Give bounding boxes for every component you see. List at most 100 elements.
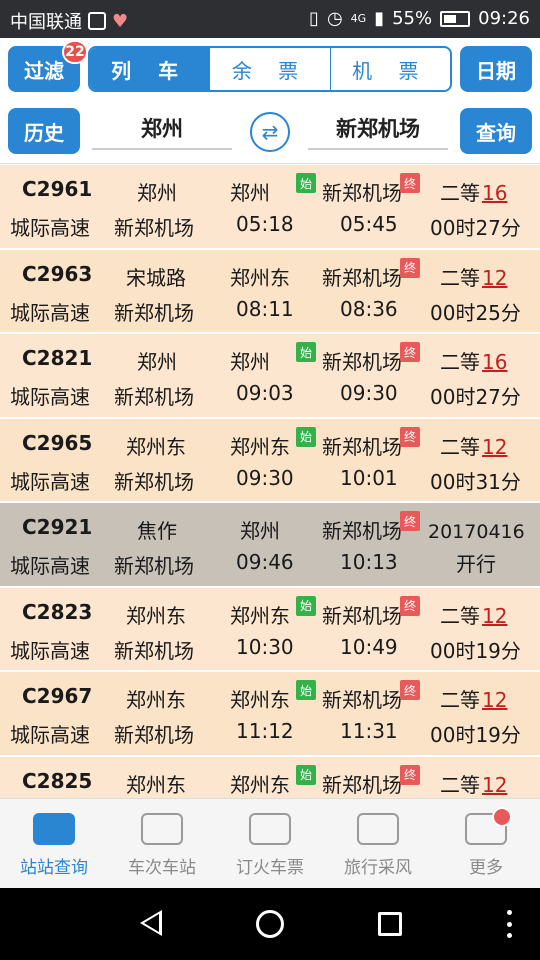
- train-type: 城际高速: [10, 385, 90, 409]
- start-tag: 始: [296, 764, 316, 785]
- nav-label: 旅行采风: [344, 858, 412, 878]
- seat-class: 二等: [440, 434, 480, 459]
- table-row[interactable]: C2961 城际高速 郑州 新郑机场 郑州 始 05:18 新郑机场 终 05:…: [0, 165, 540, 250]
- nav-station-search[interactable]: 站站查询: [0, 799, 108, 888]
- seat-availability: 二等 12: [440, 684, 507, 713]
- date-button[interactable]: 日期: [460, 46, 532, 92]
- train-code: C2963: [22, 261, 93, 286]
- filter-button[interactable]: 过滤 22: [8, 40, 88, 92]
- departure-station: 郑州东: [230, 772, 290, 797]
- train-code: C2823: [22, 599, 93, 624]
- seat-count-link[interactable]: 16: [482, 350, 507, 374]
- table-row[interactable]: C2825 郑州东 郑州东 始 新郑机场 终 二等 12: [0, 756, 540, 798]
- duration: 00时31分: [430, 469, 521, 494]
- table-row[interactable]: C2967 城际高速 郑州东 新郑机场 郑州东 始 11:12 新郑机场 终 1…: [0, 672, 540, 757]
- end-tag: 终: [400, 680, 420, 700]
- train-list[interactable]: C2961 城际高速 郑州 新郑机场 郑州 始 05:18 新郑机场 终 05:…: [0, 165, 540, 798]
- origin-station: 郑州: [137, 350, 177, 374]
- tab-remaining-tickets[interactable]: 余 票: [209, 48, 329, 90]
- carrier-label: 中国联通: [10, 12, 82, 33]
- terminal-station: 新郑机场: [114, 385, 194, 409]
- image-icon: [88, 12, 106, 30]
- swap-stations-icon[interactable]: ⇄: [250, 112, 290, 152]
- service-date: 20170416: [428, 521, 525, 543]
- start-tag: 始: [296, 173, 316, 193]
- seat-count-link[interactable]: 12: [482, 604, 507, 628]
- arrival-station: 新郑机场: [322, 434, 402, 459]
- history-button[interactable]: 历史: [8, 108, 80, 154]
- table-row[interactable]: C2823 城际高速 郑州东 新郑机场 郑州东 始 10:30 新郑机场 终 1…: [0, 587, 540, 672]
- train-icon: [33, 813, 75, 845]
- terminal-station: 新郑机场: [114, 216, 194, 240]
- alarm-icon: ◷: [326, 8, 343, 29]
- filter-label: 过滤: [24, 58, 64, 83]
- briefcase-icon: [141, 813, 183, 845]
- departure-time: 09:30: [236, 465, 294, 490]
- seat-class: 二等: [440, 181, 480, 205]
- arrival-time: 11:31: [340, 719, 398, 743]
- seat-class: 二等: [440, 603, 480, 628]
- train-code: C2965: [22, 430, 93, 455]
- departure-station: 郑州东: [230, 603, 290, 628]
- departure-station: 郑州: [230, 350, 270, 374]
- end-tag: 终: [400, 257, 420, 278]
- origin-station: 郑州: [137, 181, 177, 205]
- from-station-field[interactable]: 郑州: [92, 108, 232, 150]
- nav-book-tickets[interactable]: 订火车票: [216, 799, 324, 888]
- nav-label: 更多: [469, 858, 503, 878]
- table-row[interactable]: C2963 城际高速 宋城路 新郑机场 郑州东 08:11 新郑机场 终 08:…: [0, 249, 540, 334]
- table-row[interactable]: C2965 城际高速 郑州东 新郑机场 郑州东 始 09:30 新郑机场 终 1…: [0, 418, 540, 503]
- seat-availability: 二等 12: [440, 262, 507, 291]
- train-code: C2921: [22, 515, 93, 539]
- origin-station: 宋城路: [126, 265, 186, 290]
- duration: 00时25分: [430, 300, 521, 325]
- seat-count-link[interactable]: 16: [482, 181, 507, 205]
- train-code: C2967: [22, 684, 93, 708]
- query-button[interactable]: 查询: [460, 108, 532, 154]
- seat-count-link[interactable]: 12: [482, 266, 507, 290]
- tab-flights[interactable]: 机 票: [329, 48, 450, 90]
- departure-time: 11:12: [236, 719, 294, 743]
- arrival-time: 10:13: [340, 550, 398, 574]
- seat-count-link[interactable]: 12: [482, 773, 507, 797]
- seat-class: 二等: [440, 772, 480, 797]
- recents-icon[interactable]: [378, 912, 402, 936]
- nav-more[interactable]: 更多: [432, 799, 540, 888]
- seat-count-link[interactable]: 12: [482, 435, 507, 459]
- back-icon[interactable]: [140, 910, 162, 936]
- tab-train[interactable]: 列 车: [90, 48, 210, 90]
- train-type: 城际高速: [10, 723, 90, 747]
- search-toolbar: 过滤 22 列 车 余 票 机 票 日期 历史 郑州 ⇄ 新郑机场 查询: [0, 38, 540, 164]
- start-tag: 始: [296, 680, 316, 700]
- train-type: 城际高速: [10, 216, 90, 240]
- end-tag: 终: [400, 173, 420, 193]
- seat-count-link[interactable]: 12: [482, 688, 507, 712]
- end-tag: 终: [400, 511, 420, 531]
- home-icon[interactable]: [256, 910, 284, 938]
- to-station-field[interactable]: 新郑机场: [308, 108, 448, 150]
- table-row-selected[interactable]: C2921 城际高速 焦作 新郑机场 郑州 09:46 新郑机场 终 10:13…: [0, 503, 540, 588]
- table-row[interactable]: C2821 城际高速 郑州 新郑机场 郑州 始 09:03 新郑机场 终 09:…: [0, 334, 540, 419]
- seat-availability: 二等 12: [440, 431, 507, 460]
- battery-icon: [440, 10, 471, 27]
- train-code: C2961: [22, 177, 93, 201]
- departure-station: 郑州东: [230, 265, 290, 290]
- arrival-time: 05:45: [340, 212, 398, 236]
- nav-train-station[interactable]: 车次车站: [108, 799, 216, 888]
- terminal-station: 新郑机场: [114, 300, 194, 325]
- menu-icon[interactable]: [506, 910, 512, 938]
- seat-availability: 二等 12: [440, 769, 507, 798]
- terminal-station: 新郑机场: [114, 638, 194, 663]
- origin-station: 郑州东: [126, 688, 186, 712]
- departure-time: 08:11: [236, 296, 294, 321]
- nav-travel[interactable]: 旅行采风: [324, 799, 432, 888]
- arrival-station: 新郑机场: [322, 688, 402, 712]
- train-type: 城际高速: [10, 469, 90, 494]
- seat-availability: 二等 16: [440, 346, 507, 375]
- health-icon: ♥: [112, 10, 129, 32]
- system-nav-bar: [0, 888, 540, 960]
- nav-label: 车次车站: [128, 858, 196, 878]
- arrival-station: 新郑机场: [322, 519, 402, 543]
- arrival-station: 新郑机场: [322, 772, 402, 797]
- terminal-station: 新郑机场: [114, 554, 194, 578]
